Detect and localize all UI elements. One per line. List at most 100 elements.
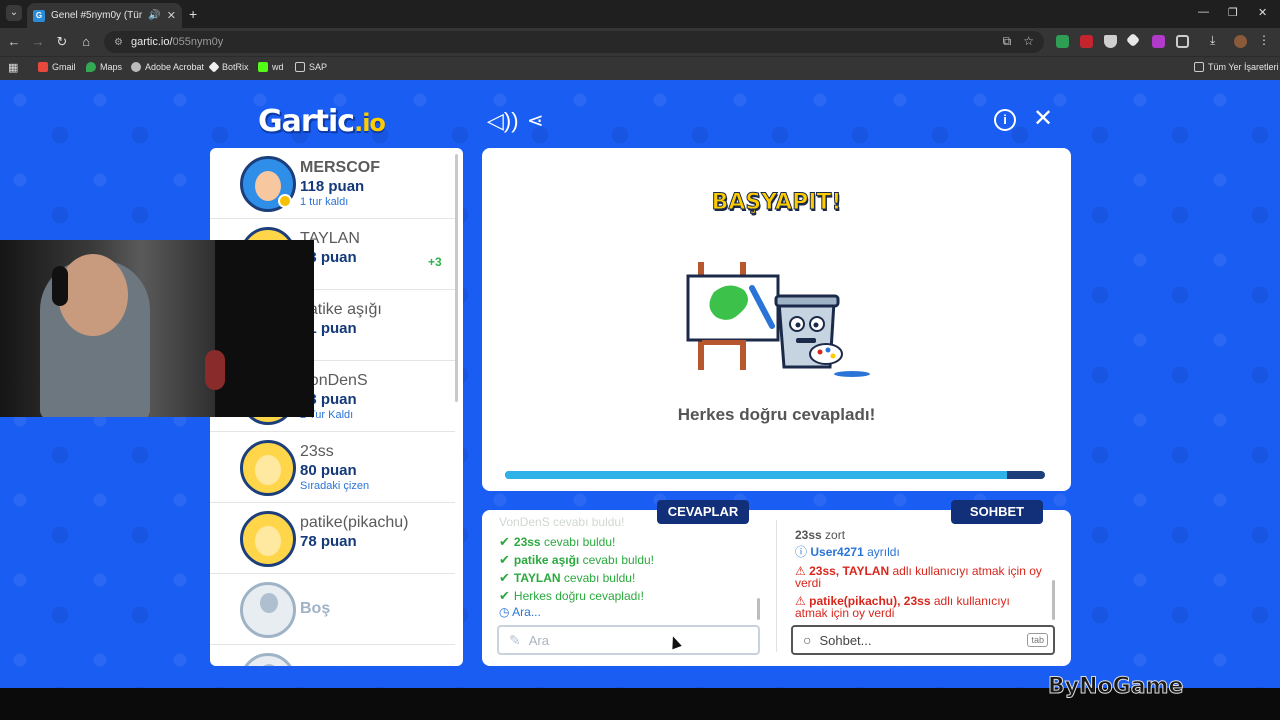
install-app-icon[interactable]: ⧉	[1003, 34, 1012, 49]
maps-pin-icon	[86, 62, 96, 72]
guess-hint: ◷ Ara...	[499, 605, 541, 619]
headset-icon	[52, 266, 68, 306]
gmail-icon	[38, 62, 48, 72]
kick-icon	[258, 62, 268, 72]
round-timer-fill	[505, 471, 1008, 479]
diamond-icon	[208, 61, 220, 73]
minimize-icon[interactable]: —	[1198, 6, 1209, 18]
answer-input[interactable]: ✎ Ara	[497, 625, 760, 655]
extension-icon[interactable]	[1056, 35, 1069, 48]
tab-close-icon[interactable]: ✕	[167, 9, 176, 22]
forward-icon[interactable]: →	[30, 34, 46, 49]
player-avatar	[240, 440, 296, 496]
checkmark-icon: ✔	[499, 552, 510, 567]
bookmark-gmail[interactable]: Gmail	[38, 62, 76, 72]
empty-player-slot: Boş	[210, 574, 455, 645]
panel-divider	[776, 520, 777, 652]
answer-line: ✔ patike aşığı cevabı buldu!	[499, 552, 655, 567]
player-name: 23ss	[300, 443, 334, 460]
chat-kick-vote: ⚠ patike(pikachu), 23ss adlı kullanıcıyı…	[795, 594, 1010, 620]
extension-icon[interactable]	[1125, 32, 1141, 48]
info-circle-icon: ⓘ	[795, 545, 808, 559]
answers-scrollbar[interactable]	[757, 598, 760, 620]
browser-tab-active[interactable]: G Genel #5nym0y (Türkçe) - G 🔊 ✕	[27, 3, 182, 28]
site-info-icon[interactable]: ⚙	[114, 37, 123, 48]
kebab-menu-icon[interactable]: ⋮	[1258, 33, 1271, 47]
apps-grid-icon[interactable]: ▦	[8, 61, 18, 74]
gartic-logo[interactable]: Gartic.io	[258, 104, 386, 139]
maximize-icon[interactable]: ❐	[1228, 6, 1238, 19]
share-icon[interactable]: ⋖	[527, 110, 544, 132]
url-text: gartic.io/055nym0y	[130, 36, 224, 48]
answer-line-faded: VonDenS cevabı buldu!	[499, 515, 625, 529]
clock-icon: ◷	[499, 605, 510, 619]
window-close-icon[interactable]: ✕	[1258, 6, 1267, 19]
tab-search-button[interactable]: ⌄	[6, 5, 22, 21]
bookmark-sap[interactable]: SAP	[295, 62, 327, 72]
chat-message: 23ss zort	[795, 528, 846, 542]
profile-avatar[interactable]	[1234, 35, 1247, 48]
tab-answers[interactable]: CEVAPLAR	[657, 500, 749, 524]
pencil-icon: ✎	[509, 631, 521, 648]
chat-input[interactable]: ○ Sohbet... tab	[791, 625, 1055, 655]
extensions-puzzle-icon[interactable]	[1176, 35, 1189, 48]
home-icon[interactable]: ⌂	[78, 34, 94, 49]
tab-chat[interactable]: SOHBET	[951, 500, 1043, 524]
speaker-icon[interactable]: 🔊	[148, 10, 160, 21]
globe-icon	[131, 62, 141, 72]
player-points-gain: +3	[428, 255, 442, 269]
answer-line: ✔ 23ss cevabı buldu!	[499, 534, 616, 549]
bookmark-star-icon[interactable]: ☆	[1023, 34, 1034, 49]
site-favicon-icon: G	[33, 9, 45, 22]
player-score: 80 puan	[300, 462, 357, 479]
sound-toggle-icon[interactable]: ◁))	[487, 110, 519, 132]
masterpiece-headline: BAŞYAPIT!	[711, 190, 842, 216]
chat-system-info: ⓘ User4271 ayrıldı	[795, 545, 900, 559]
extension-icon[interactable]	[1080, 35, 1093, 48]
player-name: MERSCOF	[300, 159, 380, 176]
browser-tabstrip: ⌄ G Genel #5nym0y (Türkçe) - G 🔊 ✕ + — ❐…	[0, 0, 1280, 28]
player-status: Sıradaki çizen	[300, 480, 370, 492]
webcam-lamp	[205, 350, 225, 390]
tab-key-hint: tab	[1027, 633, 1048, 647]
checkmark-icon: ✔	[499, 570, 510, 585]
empty-avatar-icon	[240, 582, 296, 638]
player-card[interactable]: 23ss 80 puan Sıradaki çizen	[210, 432, 455, 503]
empty-slot-label: Boş	[300, 600, 331, 617]
round-timer-bar	[505, 471, 1045, 479]
player-name: patike(pikachu)	[300, 514, 409, 531]
chat-scrollbar[interactable]	[1052, 580, 1055, 620]
info-icon[interactable]: i	[994, 109, 1016, 131]
checkmark-icon: ✔	[499, 588, 510, 603]
bookmark-wd[interactable]: wd	[258, 62, 284, 72]
shield-extension-icon[interactable]	[1104, 35, 1117, 48]
chat-kick-vote: ⚠ 23ss, TAYLAN adlı kullanıcıyı atmak iç…	[795, 564, 1042, 590]
folder-icon	[1194, 62, 1204, 72]
all-bookmarks-folder[interactable]: Tüm Yer İşaretleri	[1194, 62, 1279, 72]
empty-player-slot	[210, 645, 455, 666]
player-card[interactable]: patike(pikachu) 78 puan	[210, 503, 455, 574]
chat-bubble-icon: ○	[803, 632, 812, 648]
download-icon[interactable]: ⤓	[1210, 33, 1223, 47]
address-bar[interactable]: ⚙ gartic.io/055nym0y ⧉ ☆	[104, 31, 1044, 53]
bookmarks-bar: ▦ Gmail Maps Adobe Acrobat BotRix wd SAP…	[0, 56, 1280, 80]
bookmark-botrix[interactable]: BotRix	[208, 61, 249, 73]
stream-watermark: ByNoGame	[1047, 674, 1184, 700]
player-score: 78 puan	[300, 533, 357, 550]
player-avatar	[240, 511, 296, 567]
browser-toolbar: ← → ↻ ⌂ ⚙ gartic.io/055nym0y ⧉ ☆ ⤓ ⋮	[0, 28, 1280, 56]
back-icon[interactable]: ←	[6, 34, 22, 49]
webcam-face	[58, 254, 128, 336]
tab-title: Genel #5nym0y (Türkçe) - G	[51, 10, 143, 21]
streamer-webcam-overlay	[0, 240, 314, 417]
extension-icon[interactable]	[1152, 35, 1165, 48]
exit-close-icon[interactable]: ✕	[1033, 107, 1053, 131]
bookmark-adobe-acrobat[interactable]: Adobe Acrobat	[131, 62, 204, 72]
reload-icon[interactable]: ↻	[54, 34, 70, 50]
answer-line: ✔ Herkes doğru cevapladı!	[499, 588, 644, 603]
bookmark-maps[interactable]: Maps	[86, 62, 122, 72]
answer-line: ✔ TAYLAN cevabı buldu!	[499, 570, 636, 585]
new-tab-button[interactable]: +	[189, 6, 197, 22]
checkmark-icon: ✔	[499, 534, 510, 549]
webcam-shelf	[215, 240, 314, 417]
